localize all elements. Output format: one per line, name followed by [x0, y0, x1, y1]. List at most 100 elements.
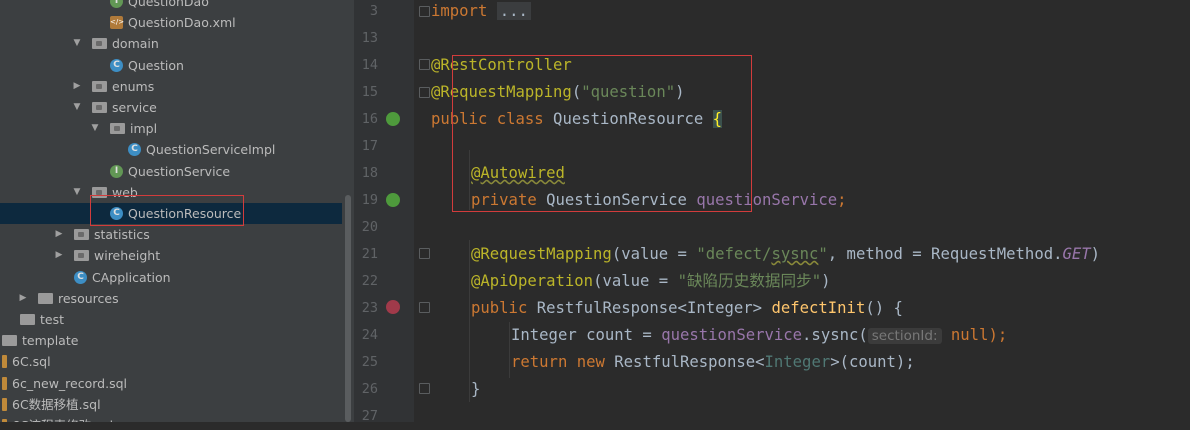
folded-imports[interactable]: ...: [496, 2, 531, 20]
fold-marker-icon[interactable]: [419, 248, 430, 259]
line-number: 18: [361, 165, 378, 181]
folder-icon: [2, 335, 17, 347]
indent-guide: [469, 240, 470, 402]
parameter-hint: sectionId:: [867, 328, 942, 344]
line-number: 23: [361, 300, 378, 316]
tree-item[interactable]: test: [0, 309, 342, 330]
indent-guide: [509, 322, 510, 378]
xml-file-icon: </>: [110, 16, 124, 30]
expand-arrow-right-icon[interactable]: ▶: [54, 245, 64, 266]
bean-class-icon[interactable]: [386, 112, 400, 126]
tree-item-label: Question: [128, 57, 184, 73]
scrollbar-thumb[interactable]: [345, 195, 351, 422]
tree-item-label: 6c_new_record.sql: [12, 375, 127, 391]
expand-arrow-right-icon[interactable]: ▶: [54, 224, 64, 245]
tree-item[interactable]: </> QuestionDao.xml: [0, 12, 342, 33]
tree-item[interactable]: 6C.sql: [0, 351, 342, 372]
code-line-21: @RequestMapping(value = "defect/sysnc", …: [471, 245, 1101, 263]
tree-item[interactable]: C CApplication: [0, 267, 342, 288]
expand-arrow-down-icon[interactable]: ▼: [72, 97, 82, 118]
code-line-3: import ...: [431, 0, 531, 25]
tree-item-label: wireheight: [94, 248, 161, 264]
request-mapping-icon[interactable]: [386, 300, 400, 314]
tree-item[interactable]: template: [0, 330, 342, 351]
expand-arrow-down-icon[interactable]: ▼: [72, 182, 82, 203]
interface-icon: I: [110, 0, 123, 8]
line-number: 25: [361, 354, 378, 370]
tree-item[interactable]: ▼ service: [0, 97, 342, 118]
tree-item[interactable]: 6C数据移植.sql: [0, 394, 342, 415]
tree-item-label: QuestionServiceImpl: [146, 142, 276, 158]
tree-item-label: resources: [58, 290, 119, 306]
tree-item-label: 6C.sql: [12, 354, 51, 370]
code-line-24: Integer count = questionService.sysnc(se…: [511, 326, 1008, 344]
sql-file-icon: [2, 397, 7, 411]
interface-icon: I: [110, 164, 123, 178]
tree-item[interactable]: ▶ resources: [0, 288, 342, 309]
tree-item[interactable]: 6C流程表修改.sql: [0, 415, 342, 422]
highlight-box-selected-file: [90, 195, 244, 226]
tree-item-label: QuestionDao.xml: [128, 15, 236, 31]
tree-item[interactable]: I QuestionService: [0, 161, 342, 182]
line-number: 19: [361, 192, 378, 208]
sql-file-icon: [2, 355, 7, 369]
editor-gutter: 3 13 14 15 16 17 18 19 20 21 22 23 24 25 26 27: [354, 0, 414, 424]
tree-item[interactable]: I QuestionDao: [0, 0, 342, 12]
tree-item-label: CApplication: [92, 269, 171, 285]
line-number: 3: [369, 3, 378, 19]
code-editor[interactable]: import ... @RestController @RequestMappi…: [414, 0, 1190, 422]
line-number: 24: [361, 327, 378, 343]
tree-item[interactable]: ▶ statistics: [0, 224, 342, 245]
tree-item[interactable]: ▼ impl: [0, 118, 342, 139]
fold-marker-icon[interactable]: [419, 302, 430, 313]
line-number: 17: [361, 138, 378, 154]
tree-item-label: statistics: [94, 227, 150, 243]
class-icon: C: [128, 143, 141, 157]
tree-item-label: service: [112, 100, 157, 115]
package-icon: [74, 229, 89, 241]
fold-marker-icon[interactable]: [419, 87, 430, 98]
expand-arrow-right-icon[interactable]: ▶: [18, 288, 28, 309]
tree-item-label: impl: [130, 121, 158, 137]
line-number: 27: [361, 408, 378, 424]
tree-item-label: QuestionDao: [128, 0, 209, 9]
resources-folder-icon: [38, 292, 53, 304]
expand-arrow-right-icon[interactable]: ▶: [72, 76, 82, 97]
code-line-26: }: [471, 380, 481, 398]
project-tree-scrollbar[interactable]: [342, 0, 354, 422]
line-number: 22: [361, 273, 378, 289]
package-icon: [92, 38, 107, 50]
expand-arrow-down-icon[interactable]: ▼: [90, 118, 100, 139]
line-number: 14: [361, 57, 378, 73]
tree-item[interactable]: ▶ enums: [0, 76, 342, 97]
tree-item-label: template: [22, 333, 79, 349]
tree-item-label: domain: [112, 36, 159, 52]
tree-item-label: 6C数据移植.sql: [12, 396, 101, 412]
code-line-22: @ApiOperation(value = "缺陷历史数据同步"): [471, 272, 831, 290]
class-icon: C: [110, 58, 123, 72]
line-number: 15: [361, 84, 378, 100]
line-number: 13: [361, 30, 378, 46]
highlight-box-annotations: [452, 55, 752, 212]
package-icon: [92, 80, 107, 92]
fold-marker-icon[interactable]: [419, 383, 430, 394]
tree-item[interactable]: C Question: [0, 55, 342, 76]
line-number: 21: [361, 246, 378, 262]
package-icon: [92, 102, 107, 113]
fold-marker-icon[interactable]: [419, 59, 430, 70]
tree-item-label: test: [40, 312, 65, 327]
tree-item[interactable]: ▼ domain: [0, 33, 342, 54]
expand-arrow-down-icon[interactable]: ▼: [72, 33, 82, 54]
autowired-bean-icon[interactable]: [386, 193, 400, 207]
fold-marker-icon[interactable]: [419, 6, 430, 17]
code-line-25: return new RestfulResponse<Integer>(coun…: [511, 353, 915, 371]
folder-icon: [20, 314, 35, 325]
tree-item-label: 6C流程表修改.sql: [12, 415, 113, 422]
application-class-icon: C: [74, 270, 87, 284]
tree-item-label: enums: [112, 78, 155, 94]
tree-item[interactable]: C QuestionServiceImpl: [0, 139, 342, 160]
line-number: 26: [361, 381, 378, 397]
code-line-23: public RestfulResponse<Integer> defectIn…: [471, 299, 903, 317]
tree-item[interactable]: 6c_new_record.sql: [0, 373, 342, 394]
tree-item[interactable]: ▶ wireheight: [0, 245, 342, 266]
